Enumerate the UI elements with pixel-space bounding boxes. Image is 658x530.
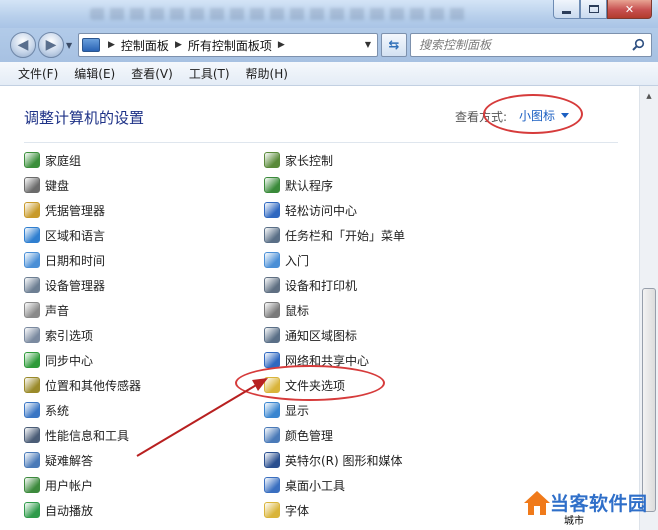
watermark-subtitle: 城市 <box>564 516 584 527</box>
annotation-arrow <box>136 378 268 457</box>
watermark: 当客软件园 城市 <box>520 484 658 530</box>
house-logo-icon <box>524 491 550 515</box>
